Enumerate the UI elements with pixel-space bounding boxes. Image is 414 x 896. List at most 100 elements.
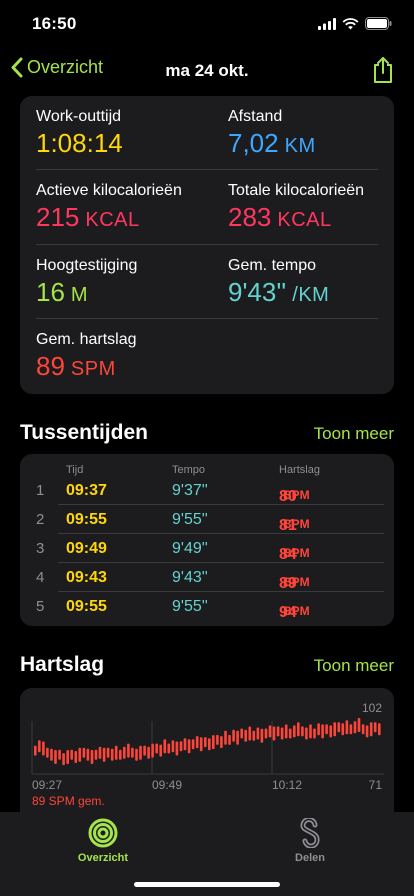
metric-value: 7,02 KM: [228, 128, 316, 158]
heart-rate-bar: [216, 734, 219, 745]
heart-rate-bar: [244, 729, 247, 742]
heart-rate-show-more-link[interactable]: Toon meer: [314, 656, 394, 676]
battery-icon: [365, 17, 392, 30]
heart-rate-bar: [187, 739, 191, 754]
heart-rate-bar: [62, 753, 65, 766]
heart-rate-bar: [143, 745, 146, 756]
heart-rate-bar: [232, 729, 235, 742]
heart-rate-bar: [276, 726, 280, 737]
split-index: 2: [36, 511, 45, 528]
tab-overzicht[interactable]: Overzicht: [53, 818, 153, 864]
heart-rate-bar: [204, 737, 207, 748]
heart-rate-bar: [78, 747, 82, 762]
heart-rate-bar: [123, 746, 126, 759]
heart-rate-bar: [349, 724, 353, 735]
heart-rate-bar: [357, 718, 361, 732]
heart-rate-bar: [151, 743, 154, 758]
heart-rate-bar: [42, 741, 45, 756]
heart-rate-bar: [325, 724, 328, 735]
heart-rate-bar: [341, 723, 345, 736]
heart-rate-bar: [90, 750, 94, 764]
nav-bar: Overzicht ma 24 okt.: [0, 48, 414, 92]
metric-value: 16 M: [36, 277, 89, 307]
heart-rate-bar: [155, 743, 158, 754]
split-time: 09:49: [66, 540, 107, 557]
heart-rate-bar: [329, 725, 332, 738]
splits-header: Tussentijden Toon meer: [20, 421, 394, 451]
heart-rate-bar: [228, 734, 231, 745]
metric-value: 9'43''/KM: [228, 277, 330, 307]
workout-metrics-card: Work-outtijd 1:08:14 Afstand 7,02 KM Acti…: [20, 96, 394, 394]
heart-rate-bar: [345, 720, 349, 735]
heart-rate-bar: [183, 738, 187, 751]
heart-rate-bar: [280, 727, 284, 740]
y-max-label: 102: [362, 701, 382, 715]
heart-rate-bar: [337, 722, 341, 733]
heart-rate-bar: [297, 722, 300, 737]
heart-rate-title: Hartslag: [20, 653, 105, 676]
heart-rate-bar: [353, 721, 357, 734]
metric-active-kcal: Actieve kilocalorieën 215 KCAL: [36, 182, 182, 233]
column-header-hr: Hartslag: [279, 464, 320, 476]
heart-rate-bar: [236, 730, 239, 745]
cellular-signal-icon: [318, 17, 336, 30]
column-header-pace: Tempo: [172, 464, 206, 476]
heart-rate-bar: [114, 745, 118, 760]
metric-total-kcal: Totale kilocalorieën 283 KCAL: [228, 182, 364, 233]
x-tick-label: 09:27: [32, 778, 62, 792]
tab-delen[interactable]: Delen: [260, 818, 360, 864]
share-button[interactable]: [372, 56, 394, 89]
heart-rate-bar: [309, 724, 312, 739]
heart-rate-bar: [333, 722, 336, 737]
status-bar: 16:50: [0, 0, 414, 48]
heart-rate-bar: [119, 749, 122, 760]
heart-rate-average-label: 89 SPM gem.: [32, 794, 105, 808]
divider: [36, 169, 378, 170]
heart-rate-bar: [82, 747, 86, 758]
split-pace: 9'43'': [172, 569, 208, 586]
heart-rate-chart-card[interactable]: 102 09:27 09:49 10:12 71 89 SPM gem.: [20, 688, 394, 828]
heart-rate-bar: [313, 728, 316, 739]
heart-rate-bar: [212, 735, 215, 750]
status-icons: [318, 17, 392, 30]
metric-value: 215 KCAL: [36, 202, 140, 232]
heart-rate-bar: [260, 728, 264, 743]
heart-rate-bar: [70, 749, 73, 760]
metric-value: 89 SPM: [36, 351, 116, 381]
heart-rate-bar: [252, 730, 256, 741]
x-tick-label: 10:12: [272, 778, 302, 792]
heart-rate-bar: [167, 743, 171, 754]
metric-label: Afstand: [228, 108, 283, 125]
metric-avg-heart-rate: Gem. hartslag 89 SPM: [36, 331, 136, 382]
split-time: 09:43: [66, 569, 107, 586]
page-title: ma 24 okt.: [165, 61, 249, 80]
heart-rate-bar: [159, 744, 162, 757]
share-icon: [374, 57, 392, 83]
heart-rate-bar: [179, 741, 183, 752]
column-header-time: Tijd: [66, 464, 84, 476]
split-index: 4: [36, 569, 45, 586]
metric-label: Totale kilocalorieën: [228, 182, 365, 199]
sharing-icon: [300, 818, 320, 848]
heart-rate-bar: [268, 725, 272, 738]
heart-rate-bar: [240, 728, 243, 739]
metric-workout-time: Work-outtijd 1:08:14: [36, 108, 123, 159]
heart-rate-bar: [284, 724, 288, 739]
heart-rate-bar: [248, 726, 252, 741]
splits-show-more-link[interactable]: Toon meer: [314, 424, 394, 444]
split-index: 1: [36, 482, 45, 499]
heart-rate-bar: [54, 750, 57, 764]
heart-rate-bar: [34, 745, 37, 756]
metric-label: Gem. hartslag: [36, 331, 137, 348]
heart-rate-bar: [361, 724, 365, 735]
split-index: 3: [36, 540, 45, 557]
heart-rate-bar: [147, 746, 150, 759]
status-time: 16:50: [32, 14, 77, 33]
heart-rate-bar: [86, 748, 90, 761]
home-indicator: [134, 882, 280, 887]
heart-rate-bar: [50, 748, 53, 761]
heart-rate-bar: [106, 747, 110, 758]
heart-rate-bar: [199, 737, 203, 752]
split-pace: 9'37'': [172, 482, 208, 499]
split-time: 09:55: [66, 598, 107, 615]
